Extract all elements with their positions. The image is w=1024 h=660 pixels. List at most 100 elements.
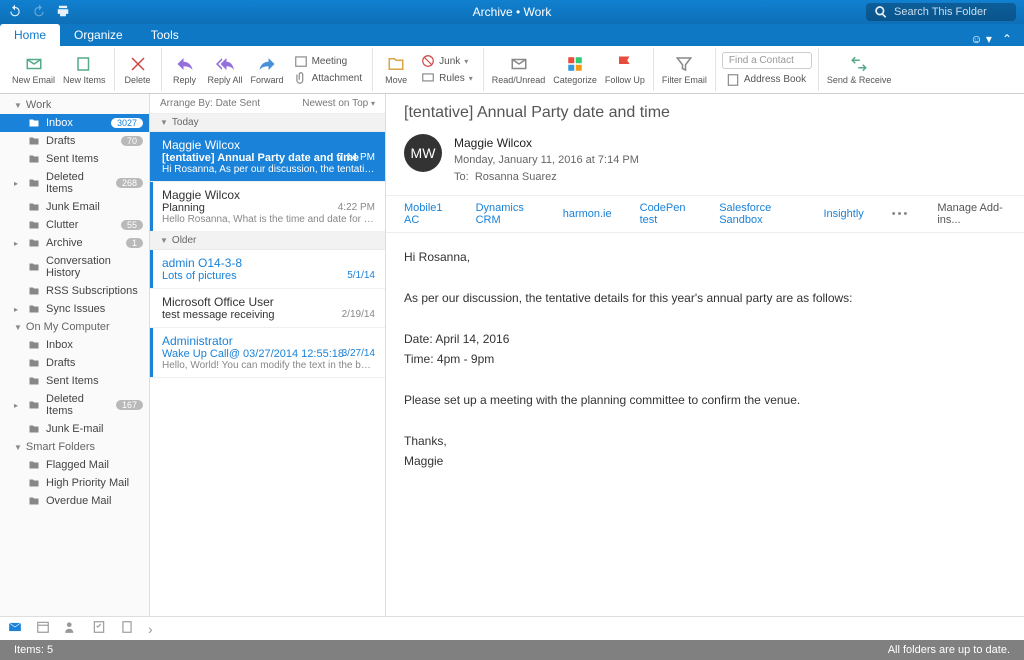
sidebar-item-flagged-mail[interactable]: Flagged Mail <box>0 456 149 474</box>
sent-icon <box>28 375 40 387</box>
sidebar-item-sent-items[interactable]: Sent Items <box>0 150 149 168</box>
send-receive-button[interactable]: Send & Receive <box>823 52 896 88</box>
sidebar-item-junk-e-mail[interactable]: Junk E-mail <box>0 420 149 438</box>
sidebar-item-high-priority-mail[interactable]: High Priority Mail <box>0 474 149 492</box>
sync-status: All folders are up to date. <box>888 644 1010 656</box>
sidebar-item-sent-items[interactable]: Sent Items <box>0 372 149 390</box>
folder-icon <box>28 219 40 231</box>
folder-icon <box>28 477 40 489</box>
notes-icon[interactable] <box>120 620 134 637</box>
message-row[interactable]: Microsoft Office Usertest message receiv… <box>150 289 385 328</box>
sidebar-section[interactable]: ▼ On My Computer <box>0 318 149 336</box>
sidebar-item-rss-subscriptions[interactable]: RSS Subscriptions <box>0 282 149 300</box>
list-group-header[interactable]: ▼ Older <box>150 232 385 250</box>
filter-email-button[interactable]: Filter Email <box>658 52 711 88</box>
sidebar-item-deleted-items[interactable]: ▸Deleted Items167 <box>0 390 149 420</box>
sidebar-item-clutter[interactable]: Clutter55 <box>0 216 149 234</box>
trash-icon <box>28 399 40 411</box>
draft-icon <box>28 135 40 147</box>
sort-order[interactable]: Newest on Top ▾ <box>302 98 375 109</box>
message-row[interactable]: AdministratorWake Up Call@ 03/27/2014 12… <box>150 328 385 378</box>
window-titlebar: Archive • Work Search This Folder <box>0 0 1024 24</box>
addins-bar: Mobile1 AC Dynamics CRM harmon.ie CodePen t… <box>386 196 1024 233</box>
redo-icon[interactable] <box>32 4 46 21</box>
sidebar-section[interactable]: ▼ Smart Folders <box>0 438 149 456</box>
folder-icon <box>28 285 40 297</box>
forward-button[interactable]: Forward <box>247 52 288 88</box>
reading-pane: [tentative] Annual Party date and time M… <box>386 94 1024 616</box>
status-bar: Items: 5 All folders are up to date. <box>0 640 1024 660</box>
mail-icon[interactable] <box>8 620 22 637</box>
attachment-button[interactable]: Attachment <box>290 70 367 86</box>
addins-more-icon[interactable]: ••• <box>892 208 910 220</box>
smiley-icon[interactable]: ☺ ▾ <box>970 32 992 46</box>
calendar-icon[interactable] <box>36 620 50 637</box>
delete-button[interactable]: Delete <box>119 52 157 88</box>
message-row[interactable]: Maggie Wilcox[tentative] Annual Party da… <box>150 132 385 182</box>
tab-tools[interactable]: Tools <box>137 24 193 46</box>
message-list: Arrange By: Date Sent Newest on Top ▾ ▼ … <box>150 94 386 616</box>
folder-icon <box>28 495 40 507</box>
addin-link[interactable]: harmon.ie <box>563 208 612 220</box>
from-name: Maggie Wilcox <box>454 134 639 152</box>
new-items-button[interactable]: New Items <box>59 52 110 88</box>
sidebar-item-junk-email[interactable]: Junk Email <box>0 198 149 216</box>
folder-icon <box>28 237 40 249</box>
list-group-header[interactable]: ▼ Today <box>150 114 385 132</box>
item-count: Items: 5 <box>14 644 53 656</box>
folder-icon <box>28 261 40 273</box>
sidebar-item-inbox[interactable]: Inbox3027 <box>0 114 149 132</box>
draft-icon <box>28 357 40 369</box>
undo-icon[interactable] <box>8 4 22 21</box>
junk-icon <box>28 423 40 435</box>
addin-link[interactable]: Dynamics CRM <box>476 202 535 226</box>
sidebar-item-deleted-items[interactable]: ▸Deleted Items268 <box>0 168 149 198</box>
sidebar-item-archive[interactable]: ▸Archive1 <box>0 234 149 252</box>
window-title: Archive • Work <box>473 5 552 19</box>
follow-up-button[interactable]: Follow Up <box>601 52 649 88</box>
new-email-button[interactable]: New Email <box>8 52 59 88</box>
read-unread-button[interactable]: Read/Unread <box>488 52 550 88</box>
people-icon[interactable] <box>64 620 78 637</box>
message-row[interactable]: admin O14-3-8Lots of pictures5/1/14 <box>150 250 385 289</box>
find-contact-input[interactable]: Find a Contact <box>722 52 812 69</box>
message-row[interactable]: Maggie WilcoxPlanningHello Rosanna, What… <box>150 182 385 232</box>
ribbon: New Email New Items Delete Reply Reply A… <box>0 46 1024 94</box>
addin-link[interactable]: CodePen test <box>640 202 692 226</box>
sidebar-item-drafts[interactable]: Drafts <box>0 354 149 372</box>
address-book-button[interactable]: Address Book <box>722 72 812 88</box>
folder-icon <box>28 303 40 315</box>
message-body: Hi Rosanna, As per our discussion, the t… <box>386 233 1024 485</box>
collapse-ribbon-icon[interactable]: ⌃ <box>1002 32 1012 46</box>
sidebar-item-drafts[interactable]: Drafts70 <box>0 132 149 150</box>
sidebar-item-conversation-history[interactable]: Conversation History <box>0 252 149 282</box>
folder-icon <box>28 459 40 471</box>
sidebar-item-inbox[interactable]: Inbox <box>0 336 149 354</box>
reply-button[interactable]: Reply <box>166 52 204 88</box>
move-button[interactable]: Move <box>377 52 415 88</box>
search-icon <box>874 5 888 19</box>
bottom-nav: › <box>0 616 1024 640</box>
trash-icon <box>28 177 40 189</box>
addin-link[interactable]: Mobile1 AC <box>404 202 448 226</box>
more-nav-icon[interactable]: › <box>148 621 153 637</box>
sent-date: Monday, January 11, 2016 at 7:14 PM <box>454 152 639 169</box>
meeting-button[interactable]: Meeting <box>290 53 367 69</box>
tab-home[interactable]: Home <box>0 24 60 46</box>
reply-all-button[interactable]: Reply All <box>204 52 247 88</box>
manage-addins-link[interactable]: Manage Add-ins... <box>937 202 1006 226</box>
rules-button[interactable]: Rules ▾ <box>417 70 477 86</box>
tab-organize[interactable]: Organize <box>60 24 137 46</box>
print-icon[interactable] <box>56 4 70 21</box>
sidebar-section[interactable]: ▼ Work <box>0 96 149 114</box>
addin-link[interactable]: Salesforce Sandbox <box>719 202 795 226</box>
junk-button[interactable]: Junk ▾ <box>417 53 477 69</box>
arrange-by[interactable]: Arrange By: Date Sent <box>160 98 260 109</box>
search-input[interactable]: Search This Folder <box>866 3 1016 21</box>
sidebar-item-overdue-mail[interactable]: Overdue Mail <box>0 492 149 510</box>
categorize-button[interactable]: Categorize <box>549 52 601 88</box>
addin-link[interactable]: Insightly <box>823 208 863 220</box>
junk-icon <box>28 201 40 213</box>
sidebar-item-sync-issues[interactable]: ▸Sync Issues <box>0 300 149 318</box>
tasks-icon[interactable] <box>92 620 106 637</box>
